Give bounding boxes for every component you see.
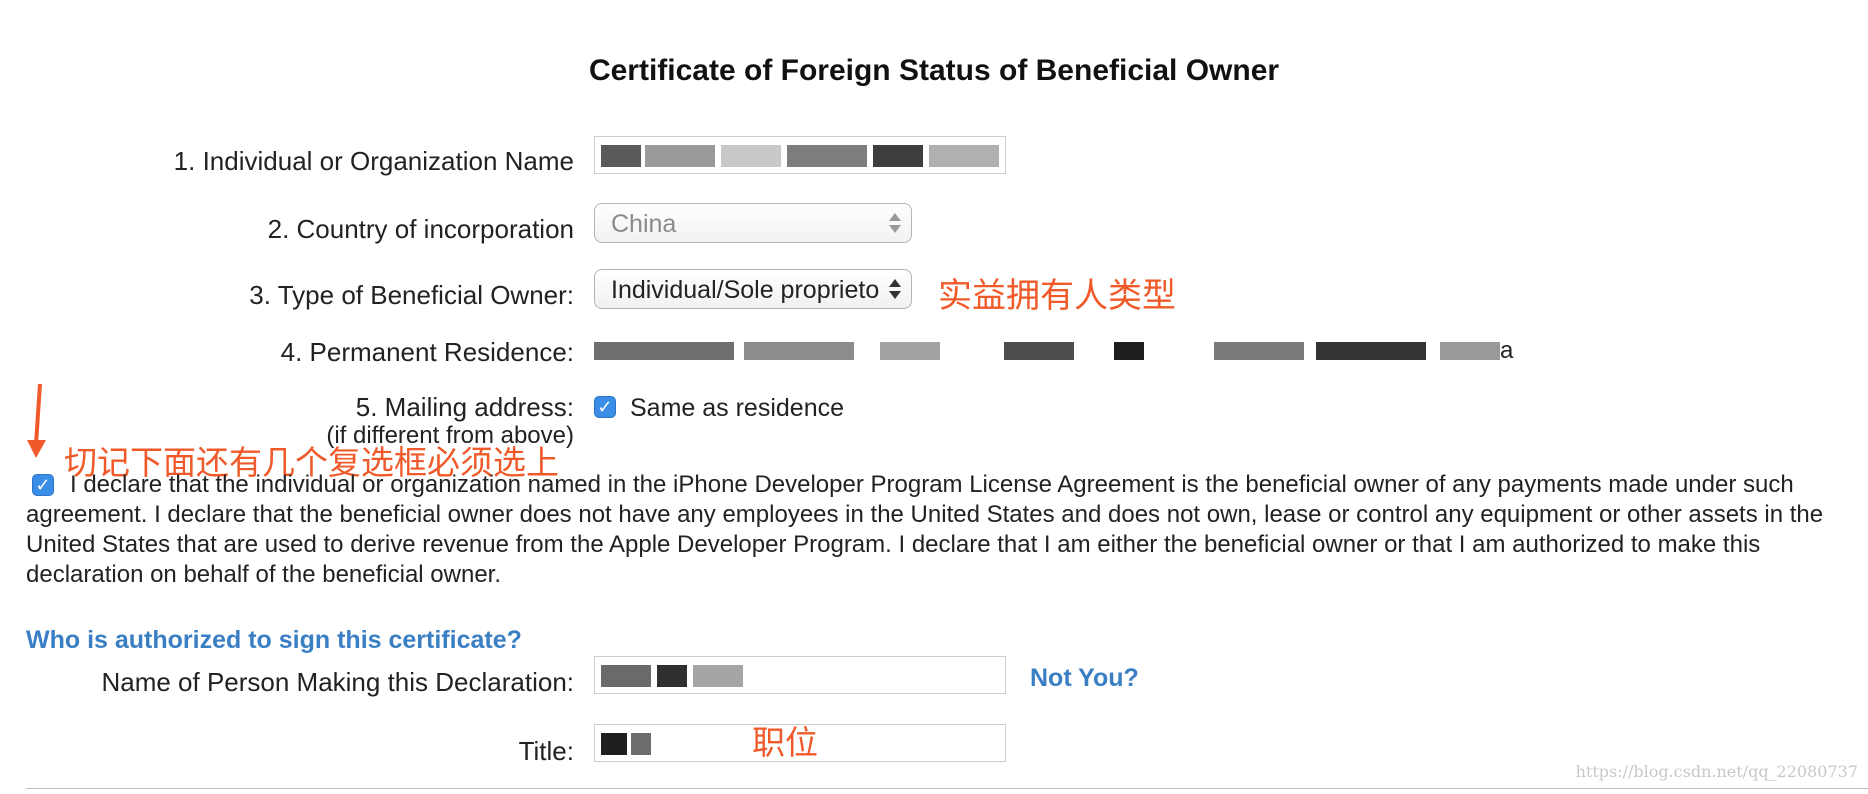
redacted-text — [601, 665, 761, 687]
owner-type-select[interactable]: Individual/Sole proprieto — [594, 269, 912, 309]
divider — [26, 788, 1868, 789]
owner-type-value: Individual/Sole proprieto — [611, 276, 880, 304]
title-label: Title: — [518, 736, 574, 766]
select-arrows-icon — [889, 211, 901, 235]
signer-name-field[interactable] — [594, 656, 1006, 694]
redacted-text — [601, 733, 661, 755]
residence-label: 4. Permanent Residence: — [280, 337, 574, 367]
owner-type-label: 3. Type of Beneficial Owner: — [249, 280, 574, 310]
declaration-text: I declare that the individual or organiz… — [26, 471, 1824, 588]
country-value: China — [611, 210, 677, 238]
residence-text-end: a — [1500, 337, 1514, 364]
owner-type-annotation: 实益拥有人类型 — [938, 276, 1176, 316]
country-select[interactable]: China — [594, 203, 912, 243]
page-title: Certificate of Foreign Status of Benefic… — [588, 54, 1280, 87]
title-annotation: 职位 — [752, 723, 818, 762]
same-as-residence-label: Same as residence — [630, 394, 845, 422]
signer-heading: Who is authorized to sign this certifica… — [26, 626, 522, 654]
org-name-label: 1. Individual or Organization Name — [173, 146, 574, 176]
country-label: 2. Country of incorporation — [267, 214, 574, 244]
select-arrows-icon — [889, 277, 901, 301]
arrow-down-icon — [27, 383, 46, 458]
watermark: https://blog.csdn.net/qq_22080737 — [1575, 762, 1858, 781]
same-as-residence-checkbox[interactable]: ✓ — [594, 396, 616, 418]
signer-name-label: Name of Person Making this Declaration: — [101, 667, 574, 697]
not-you-link[interactable]: Not You? — [1030, 664, 1139, 693]
mailing-label: 5. Mailing address: — [355, 392, 574, 422]
residence-value — [594, 340, 1514, 362]
org-name-field[interactable] — [594, 136, 1006, 174]
redacted-text — [601, 145, 1001, 167]
